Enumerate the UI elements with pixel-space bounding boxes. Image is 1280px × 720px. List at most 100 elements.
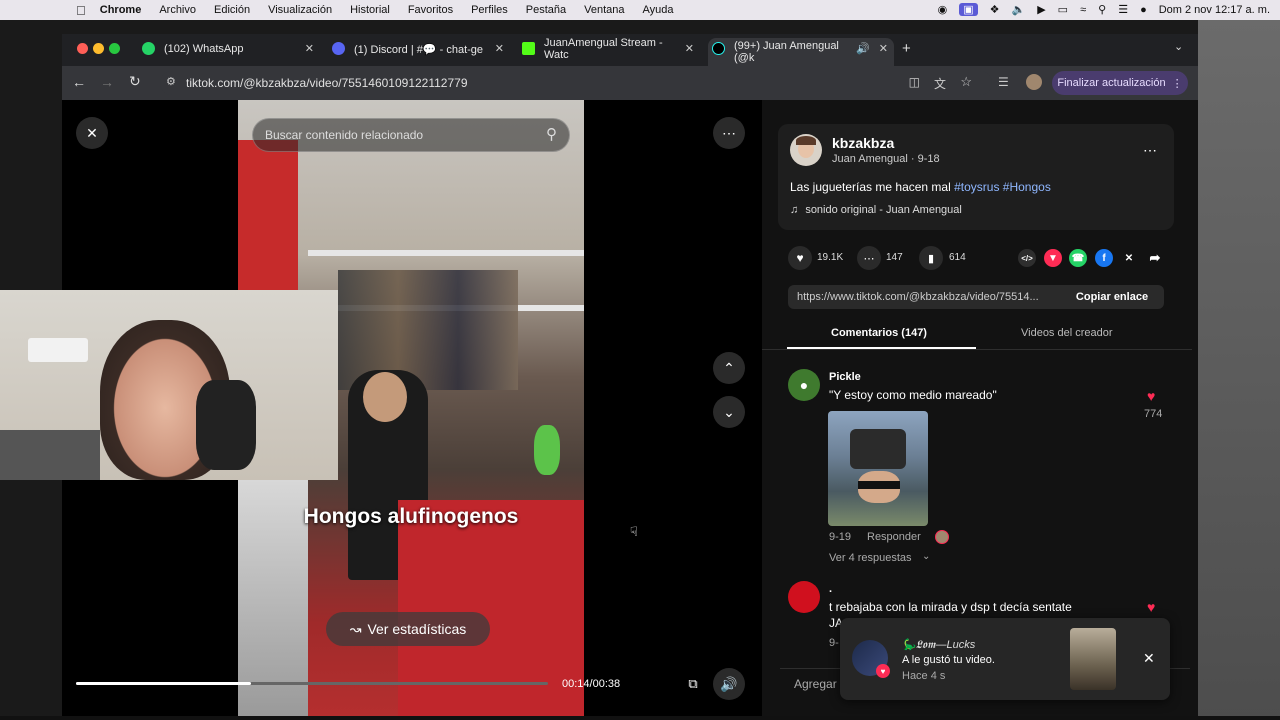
menu-ventana[interactable]: Ventana [584,4,624,16]
reply-button[interactable]: Responder [867,531,921,543]
comment-like-icon[interactable]: ♥ [1147,388,1155,404]
tab-audio-icon[interactable]: 🔊 [856,42,870,55]
search-icon[interactable]: ⚲ [546,125,557,143]
comment-image[interactable] [828,411,928,526]
tab-kick[interactable]: JuanAmengual Stream - Watc ✕ [518,38,700,60]
mouse-cursor-icon: ☟ [630,524,638,539]
tab-comments[interactable]: Comentarios (147) [831,327,927,339]
toast-close-icon[interactable]: ✕ [1143,650,1155,667]
play-icon[interactable]: ▶ [1037,3,1045,16]
whatsapp-share-icon[interactable]: ☎ [1069,249,1087,267]
menu-pestana[interactable]: Pestaña [526,4,566,16]
share-arrow-icon[interactable]: ➦ [1146,249,1164,267]
minimize-window-button[interactable] [93,43,104,54]
pip-button[interactable]: ⧉ [677,668,709,700]
hashtags-link[interactable]: #toysrus #Hongos [954,180,1051,194]
sound-row[interactable]: ♫ sonido original - Juan Amengual [790,204,962,216]
menu-edicion[interactable]: Edición [214,4,250,16]
toast-video-thumbnail[interactable] [1070,628,1116,690]
media-controls-icon[interactable]: ☰ [998,75,1009,89]
tiktok-send-icon[interactable]: ▼ [1044,249,1062,267]
tab-creator-videos[interactable]: Videos del creador [1021,327,1113,339]
battery-icon[interactable]: ▭ [1058,3,1068,16]
comment-like-icon[interactable]: ♥ [1147,599,1155,615]
close-video-button[interactable]: ✕ [76,117,108,149]
creator-liked-avatar [935,530,949,544]
author-username[interactable]: kbzakbza [832,135,894,151]
menu-favoritos[interactable]: Favoritos [408,4,453,16]
tab-whatsapp[interactable]: (102) WhatsApp ✕ [138,38,320,60]
comment-count: 147 [886,252,903,263]
volume-button[interactable]: 🔊 [713,668,745,700]
view-replies-link[interactable]: Ver 4 respuestas [829,552,912,564]
embed-icon[interactable]: </> [1018,249,1036,267]
x-share-icon[interactable]: ✕ [1120,249,1138,267]
like-notification-toast[interactable]: ♥ 🦕𝕷𝖔𝖒—Lucks A le gustó tu video. Hace 4… [840,618,1170,700]
volume-icon[interactable]: 🔈 [1012,3,1026,16]
apple-icon[interactable]:  [76,3,86,18]
siri-icon[interactable]: ● [1140,4,1147,16]
webcam-overlay [0,290,338,480]
video-progress-bar[interactable] [76,682,548,685]
profile-avatar[interactable] [1026,74,1042,90]
copy-link-button[interactable]: Copiar enlace [1060,285,1164,309]
next-video-button[interactable]: ⌄ [713,396,745,428]
toast-username[interactable]: 🦕𝕷𝖔𝖒—Lucks [902,638,975,652]
facebook-share-icon[interactable]: f [1095,249,1113,267]
back-button[interactable]: ← [72,74,86,90]
related-search-input[interactable]: Buscar contenido relacionado ⚲ [252,118,570,152]
comment-text: "Y estoy como medio mareado" [829,388,997,402]
tabs-divider [762,349,1192,350]
save-button[interactable]: ▮ [919,246,943,270]
menu-perfiles[interactable]: Perfiles [471,4,508,16]
forward-button[interactable]: → [100,74,114,90]
author-more-icon[interactable]: ⋯ [1143,142,1157,159]
desktop-background [1198,20,1280,720]
zoom-window-button[interactable] [109,43,120,54]
like-button[interactable]: ♥ [788,246,812,270]
clock[interactable]: Dom 2 nov 12:17 a. m. [1159,4,1270,16]
reload-button[interactable]: ↻ [129,73,141,90]
tab-tiktok[interactable]: (99+) Juan Amengual (@k 🔊 ✕ [708,38,894,66]
commenter-name[interactable]: . [829,583,832,595]
comment-button[interactable]: ⋯ [857,246,881,270]
commenter-avatar[interactable]: ● [788,369,820,401]
spotlight-icon[interactable]: ⚲ [1098,3,1106,16]
menu-historial[interactable]: Historial [350,4,390,16]
video-description: Las jugueterías me hacen mal #toysrus #H… [790,180,1051,194]
tab-discord[interactable]: (1) Discord | #💬 - chat-ge ✕ [328,38,510,60]
close-window-button[interactable] [77,43,88,54]
menu-app-name[interactable]: Chrome [100,4,142,16]
commenter-name[interactable]: Pickle [829,371,861,383]
video-toy-green [534,425,560,475]
menu-archivo[interactable]: Archivo [159,4,196,16]
view-stats-button[interactable]: ↝ Ver estadísticas [326,612,490,646]
address-bar[interactable]: ⚙ tiktok.com/@kbzakbza/video/75514601091… [160,71,992,95]
site-info-icon[interactable]: ⚙ [166,75,176,88]
new-tab-button[interactable]: + [902,40,911,57]
install-icon[interactable]: ◫ [909,75,920,89]
close-tab-icon[interactable]: ✕ [305,42,314,55]
control-center-icon[interactable]: ☰ [1118,3,1128,16]
translate-icon[interactable]: 文 [934,75,946,92]
commenter-avatar[interactable] [788,581,820,613]
wifi-icon[interactable]: ≈ [1080,4,1086,16]
menu-visualizacion[interactable]: Visualización [268,4,332,16]
update-label: Finalizar actualización [1057,77,1166,89]
close-tab-icon[interactable]: ✕ [879,42,888,55]
author-avatar[interactable] [790,134,822,166]
more-options-button[interactable]: ⋯ [713,117,745,149]
menu-ayuda[interactable]: Ayuda [643,4,674,16]
previous-video-button[interactable]: ⌃ [713,352,745,384]
status-icon-a[interactable]: ◉ [938,3,948,16]
close-tab-icon[interactable]: ✕ [495,42,504,55]
video-link-text: https://www.tiktok.com/@kbzakbza/video/7… [797,291,1039,303]
screen-record-icon[interactable]: ▣ [959,3,978,16]
tab-label: JuanAmengual Stream - Watc [544,38,663,60]
finish-update-button[interactable]: Finalizar actualización ⋮ [1052,71,1188,95]
dropbox-icon[interactable]: ❖ [990,3,1000,16]
kebab-menu-icon[interactable]: ⋮ [1172,77,1183,90]
close-tab-icon[interactable]: ✕ [685,42,694,55]
tab-search-button[interactable]: ⌄ [1174,40,1183,53]
bookmark-star-icon[interactable]: ☆ [960,74,972,90]
